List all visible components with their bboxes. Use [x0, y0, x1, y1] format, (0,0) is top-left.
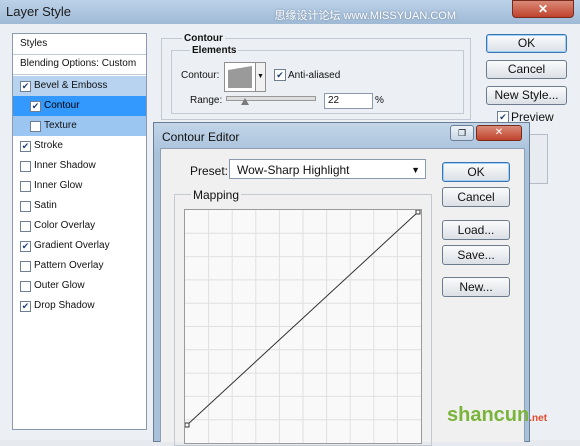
style-checkbox[interactable] — [20, 281, 31, 292]
cancel-button[interactable]: Cancel — [486, 60, 567, 79]
style-item-label: Pattern Overlay — [34, 260, 104, 271]
curve-point-end[interactable] — [415, 210, 421, 215]
style-item-gradient-overlay[interactable]: ✔ Gradient Overlay — [13, 236, 146, 256]
style-item-label: Texture — [44, 120, 77, 131]
style-item-pattern-overlay[interactable]: Pattern Overlay — [13, 256, 146, 276]
style-item-bevel-emboss[interactable]: ✔ Bevel & Emboss — [13, 76, 146, 96]
style-checkbox[interactable] — [30, 121, 41, 132]
style-checkbox[interactable]: ✔ — [20, 241, 31, 252]
contour-heading: Contour — [182, 33, 225, 44]
style-item-label: Blending Options: Custom — [20, 58, 137, 69]
style-checkbox[interactable] — [20, 181, 31, 192]
style-checkbox[interactable]: ✔ — [20, 81, 31, 92]
style-item-label: Outer Glow — [34, 280, 85, 291]
style-item-styles[interactable]: Styles — [13, 34, 146, 55]
style-item-color-overlay[interactable]: Color Overlay — [13, 216, 146, 236]
style-checkbox[interactable]: ✔ — [20, 141, 31, 152]
save-button[interactable]: Save... — [442, 245, 510, 265]
styles-list: Styles Blending Options: Custom ✔ Bevel & E… — [12, 33, 147, 430]
curve-point-start[interactable] — [185, 422, 190, 428]
style-item-texture[interactable]: Texture — [13, 116, 146, 136]
new-button[interactable]: New... — [442, 277, 510, 297]
style-item-label: Color Overlay — [34, 220, 96, 231]
range-unit: % — [375, 95, 384, 106]
range-slider-track[interactable] — [226, 96, 316, 101]
contour-editor-dialog: Contour Editor ❐ ✕ Preset: Wow-Sharp Hig… — [153, 122, 530, 446]
preset-value: Wow-Sharp Highlight — [237, 163, 350, 177]
load-button[interactable]: Load... — [442, 220, 510, 240]
ok-button[interactable]: OK — [486, 34, 567, 53]
new-style-button[interactable]: New Style... — [486, 86, 567, 105]
anti-aliased-checkbox[interactable]: ✔ — [274, 69, 286, 81]
contour-editor-title: Contour Editor — [162, 130, 240, 144]
style-item-label: Inner Glow — [34, 180, 83, 191]
style-checkbox[interactable] — [20, 221, 31, 232]
mapping-label: Mapping — [191, 188, 242, 202]
mapping-curve-editor[interactable] — [184, 209, 422, 444]
style-item-drop-shadow[interactable]: ✔ Drop Shadow — [13, 296, 146, 316]
anti-aliased-label: Anti-aliased — [288, 70, 341, 81]
contour-thumbnail[interactable] — [224, 62, 256, 92]
style-item-satin[interactable]: Satin — [13, 196, 146, 216]
restore-icon[interactable]: ❐ — [450, 125, 474, 141]
style-item-label: Contour — [44, 100, 80, 111]
style-item-label: Gradient Overlay — [34, 240, 110, 251]
style-checkbox[interactable] — [20, 201, 31, 212]
mapping-grid — [185, 210, 421, 443]
contour-label: Contour: — [181, 70, 220, 81]
watermark-top: 思缘设计论坛 www.MISSYUAN.COM — [274, 10, 456, 22]
style-item-label: Drop Shadow — [34, 300, 95, 311]
style-checkbox[interactable] — [20, 261, 31, 272]
elements-heading: Elements — [190, 45, 239, 56]
style-item-blending-options-custom[interactable]: Blending Options: Custom — [13, 54, 146, 75]
chevron-down-icon[interactable]: ▼ — [255, 62, 266, 92]
style-item-inner-glow[interactable]: Inner Glow — [13, 176, 146, 196]
editor-cancel-button[interactable]: Cancel — [442, 187, 510, 207]
close-icon[interactable]: ✕ — [512, 0, 574, 18]
style-item-label: Satin — [34, 200, 57, 211]
style-checkbox[interactable]: ✔ — [30, 101, 41, 112]
style-checkbox[interactable] — [20, 161, 31, 172]
window-title: Layer Style — [6, 4, 72, 19]
close-icon[interactable]: ✕ — [476, 125, 522, 141]
watermark-logo: shancun.net — [447, 404, 547, 427]
layer-style-titlebar: Layer Style 思缘设计论坛 www.MISSYUAN.COM ✕ — [0, 0, 580, 24]
contour-curve-icon — [228, 66, 252, 88]
preset-label: Preset: — [190, 164, 229, 178]
style-item-label: Bevel & Emboss — [34, 80, 108, 91]
style-item-inner-shadow[interactable]: Inner Shadow — [13, 156, 146, 176]
range-slider-thumb[interactable] — [241, 98, 249, 105]
style-item-label: Styles — [20, 38, 48, 49]
style-checkbox[interactable]: ✔ — [20, 301, 31, 312]
editor-ok-button[interactable]: OK — [442, 162, 510, 182]
style-item-outer-glow[interactable]: Outer Glow — [13, 276, 146, 296]
watermark-suffix: .net — [529, 413, 548, 424]
range-input[interactable]: 22 — [324, 93, 373, 109]
chevron-down-icon: ▼ — [411, 165, 420, 175]
range-label: Range: — [190, 95, 223, 106]
style-item-label: Inner Shadow — [34, 160, 96, 171]
style-item-stroke[interactable]: ✔ Stroke — [13, 136, 146, 156]
style-item-contour[interactable]: ✔ Contour — [13, 96, 146, 116]
contour-editor-body: Preset: Wow-Sharp Highlight ▼ Mapping OK… — [160, 148, 525, 446]
preset-select[interactable]: Wow-Sharp Highlight ▼ — [229, 159, 426, 179]
watermark-text: shancun — [447, 404, 530, 426]
style-item-label: Stroke — [34, 140, 63, 151]
